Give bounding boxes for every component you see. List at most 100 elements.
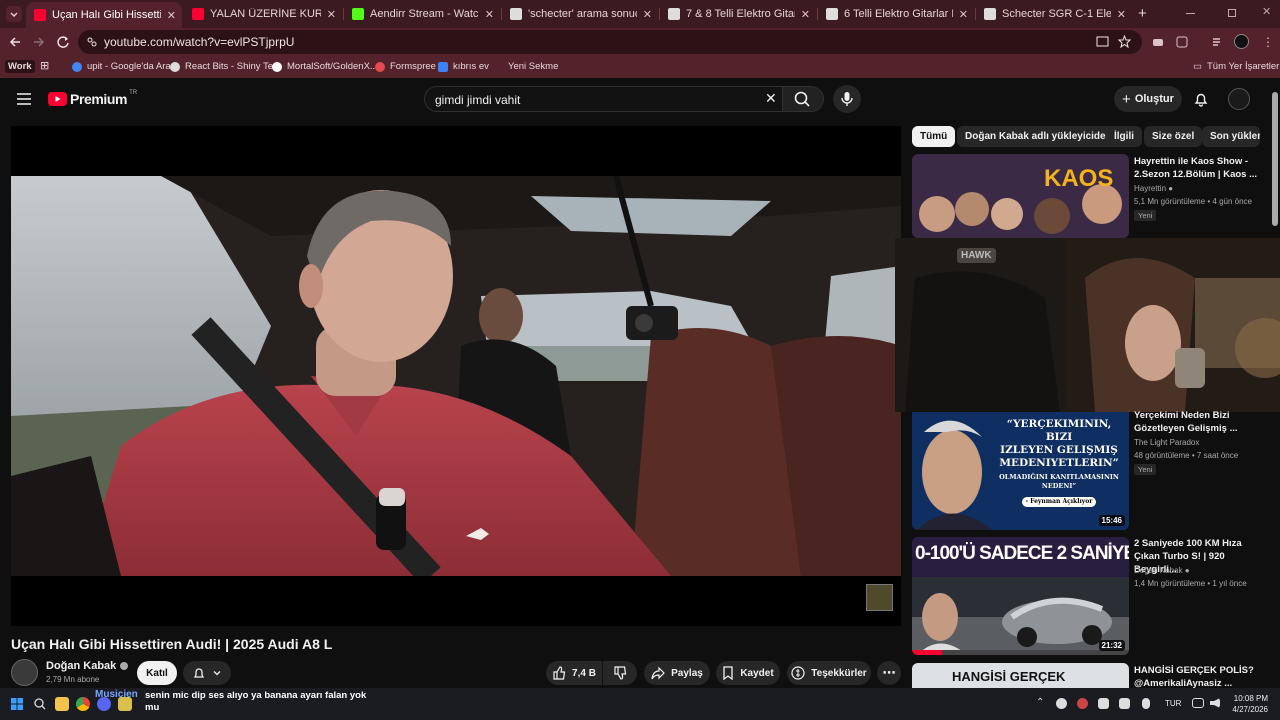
browser-tab[interactable]: YALAN ÜZERİNE KURULMUŞ K/ ✕ xyxy=(184,3,342,25)
rec-channel[interactable]: The Light Paradox xyxy=(1134,438,1199,447)
video-player[interactable] xyxy=(11,126,901,626)
create-button[interactable]: + Oluştur xyxy=(1114,86,1182,112)
file-explorer-icon[interactable] xyxy=(55,697,69,711)
more-actions-button[interactable]: ⋯ xyxy=(877,661,901,685)
minimize-button[interactable] xyxy=(1186,13,1195,14)
back-icon[interactable] xyxy=(8,35,22,49)
reload-icon[interactable] xyxy=(56,35,70,49)
chip-for-you[interactable]: Size özel xyxy=(1144,126,1203,147)
chrome-icon[interactable] xyxy=(76,697,90,711)
channel-name[interactable]: Doğan Kabak xyxy=(46,660,129,672)
rec-thumbnail[interactable]: KAOS xyxy=(912,154,1129,238)
chip-related[interactable]: İlgili xyxy=(1106,126,1142,147)
tab-search-button[interactable] xyxy=(6,6,22,22)
new-tab-button[interactable]: + xyxy=(1138,5,1147,22)
bookmark-item[interactable]: Yeni Sekme xyxy=(493,61,558,72)
browser-tab-strip: Uçan Halı Gibi Hissettiren Audi! ✕ YALAN… xyxy=(0,0,1280,28)
close-tab-icon[interactable]: ✕ xyxy=(801,8,810,21)
bookmark-star-icon[interactable] xyxy=(1118,35,1131,48)
close-tab-icon[interactable]: ✕ xyxy=(485,8,494,21)
rec-thumbnail[interactable]: “YERÇEKIMININ, BIZI IZLEYEN GELIŞMIŞ MED… xyxy=(912,412,1129,530)
forward-icon[interactable] xyxy=(32,35,46,49)
notification-toast[interactable]: Musicien senin mic dip ses alıyo ya bana… xyxy=(95,689,395,713)
profile-avatar[interactable] xyxy=(1234,34,1249,49)
maximize-button[interactable] xyxy=(1228,9,1236,17)
rec-title[interactable]: Hayrettin ile Kaos Show - 2.Sezon 12.Böl… xyxy=(1134,155,1266,181)
close-tab-icon[interactable]: ✕ xyxy=(1117,8,1126,21)
account-avatar[interactable] xyxy=(1228,88,1250,110)
clear-search-icon[interactable]: ✕ xyxy=(765,90,777,107)
bookmark-item[interactable]: React Bits - Shiny Text xyxy=(170,61,280,72)
save-button[interactable]: Kaydet xyxy=(716,661,780,685)
bookmark-item[interactable]: MortalSoft/GoldenX... xyxy=(272,61,378,72)
search-icon[interactable] xyxy=(34,698,46,710)
system-clock[interactable]: 10:08 PM 4/27/2026 xyxy=(1232,693,1268,715)
close-tab-icon[interactable]: ✕ xyxy=(643,8,652,21)
close-tab-icon[interactable]: ✕ xyxy=(327,8,336,21)
rec-meta: 48 görüntüleme • 7 saat önce xyxy=(1134,451,1239,460)
rec-channel[interactable]: Doğan Kabak ● xyxy=(1134,566,1190,575)
voice-search-button[interactable] xyxy=(833,85,861,113)
windows-start-icon[interactable] xyxy=(11,698,23,710)
subscribed-button[interactable] xyxy=(183,661,231,685)
rec-title[interactable]: HANGİSİ GERÇEK POLİS? @AmerikaliAynasiz … xyxy=(1134,664,1266,690)
rec-thumbnail[interactable]: 0-100'Ü SADECE 2 SANİYE 21:32 xyxy=(912,537,1129,655)
store-favicon-icon xyxy=(668,8,680,20)
language-indicator[interactable]: TUR xyxy=(1165,699,1181,708)
rec-thumbnail-image: KAOS xyxy=(912,154,1129,238)
join-button[interactable]: Katıl xyxy=(137,661,177,685)
video-frame[interactable] xyxy=(11,176,901,576)
chip-all[interactable]: Tümü xyxy=(912,126,956,147)
bookmark-item[interactable]: Formspree xyxy=(375,61,436,72)
browser-tab[interactable]: Aendirr Stream - Watch Live on ✕ xyxy=(344,3,500,25)
floating-video-overlay[interactable]: HAWK xyxy=(895,238,1280,412)
like-button[interactable]: 7,4 B xyxy=(546,661,602,685)
close-tab-icon[interactable]: ✕ xyxy=(959,8,968,21)
youtube-logo[interactable]: Premium TR xyxy=(48,90,137,107)
channel-watermark[interactable] xyxy=(866,584,893,611)
tray-mic-icon[interactable] xyxy=(1142,698,1150,709)
rec-channel[interactable]: Hayrettin ● xyxy=(1134,184,1173,193)
camera-icon[interactable] xyxy=(1152,36,1164,48)
workspace-chip[interactable]: Work xyxy=(5,60,35,73)
bookmark-item[interactable]: kıbrıs ev xyxy=(438,61,489,72)
all-bookmarks[interactable]: ▭ Tüm Yer İşaretleri xyxy=(1193,61,1280,72)
extensions-icon[interactable] xyxy=(1176,36,1188,48)
close-tab-icon[interactable]: ✕ xyxy=(167,9,176,22)
tray-app-icon[interactable] xyxy=(1119,698,1130,709)
site-info-icon[interactable] xyxy=(86,36,98,48)
browser-tab-active[interactable]: Uçan Halı Gibi Hissettiren Audi! ✕ xyxy=(26,2,182,28)
display-icon[interactable] xyxy=(1192,698,1204,708)
close-window-button[interactable]: ✕ xyxy=(1262,5,1271,18)
chip-recently-uploaded[interactable]: Son yüklene xyxy=(1202,126,1260,147)
chip-from-uploader[interactable]: Doğan Kabak adlı yükleyiciden xyxy=(957,126,1120,147)
rec-thumbnail[interactable]: HANGİSİ GERÇEK xyxy=(912,663,1129,688)
tray-app-icon[interactable] xyxy=(1077,698,1088,709)
address-bar[interactable]: youtube.com/watch?v=evlPSTjprpU xyxy=(78,30,1142,54)
tray-app-icon[interactable] xyxy=(1056,698,1067,709)
channel-avatar[interactable] xyxy=(11,659,38,686)
subscriber-count: 2,79 Mn abone xyxy=(46,675,100,684)
apps-grid-icon[interactable]: ⊞ xyxy=(40,59,49,72)
search-input[interactable]: gimdi jimdi vahit ✕ xyxy=(424,86,788,112)
browser-tab[interactable]: 7 & 8 Telli Elektro Gitarlar Fiyat ✕ xyxy=(660,3,816,25)
thanks-button[interactable]: Teşekkürler xyxy=(787,661,871,685)
youtube-logo-text: Premium xyxy=(70,91,128,107)
hamburger-menu-icon[interactable] xyxy=(17,93,31,105)
browser-tab[interactable]: Schecter SGR C-1 Elektro Gitar ✕ xyxy=(976,3,1132,25)
media-control-icon[interactable] xyxy=(1212,36,1224,48)
rec-title[interactable]: Yerçekimi Neden Bizi Gözetleyen Gelişmiş… xyxy=(1134,409,1266,435)
dislike-button[interactable] xyxy=(603,661,637,685)
volume-icon[interactable] xyxy=(1210,698,1220,708)
page-scrollbar[interactable] xyxy=(1272,92,1278,226)
search-button[interactable] xyxy=(782,86,824,112)
notifications-bell-icon[interactable] xyxy=(1193,91,1209,107)
browser-menu-icon[interactable]: ⋮ xyxy=(1262,35,1274,49)
bookmark-item[interactable]: upit - Google'da Ara xyxy=(72,61,171,72)
browser-tab[interactable]: 'schecter' arama sonuçları | do ✕ xyxy=(502,3,658,25)
tray-app-icon[interactable] xyxy=(1098,698,1109,709)
tray-up-arrow-icon[interactable]: ⌃ xyxy=(1036,697,1044,708)
browser-tab[interactable]: 6 Telli Elektro Gitarlar Fiyatları v ✕ xyxy=(818,3,974,25)
install-app-icon[interactable] xyxy=(1096,36,1109,48)
share-button[interactable]: Paylaş xyxy=(644,661,710,685)
